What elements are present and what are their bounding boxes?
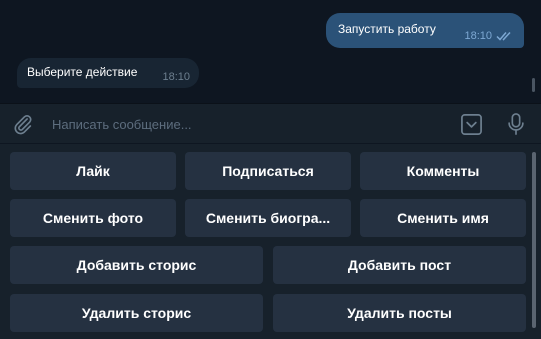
double-check-icon <box>496 31 511 41</box>
change-photo-button[interactable]: Сменить фото <box>10 199 176 237</box>
outgoing-message-time: 18:10 <box>464 30 492 42</box>
message-input[interactable] <box>52 114 432 134</box>
outgoing-message[interactable]: Запустить работу 18:10 <box>326 13 524 48</box>
paperclip-icon[interactable] <box>12 113 34 135</box>
change-bio-button[interactable]: Сменить биогра... <box>185 199 351 237</box>
add-story-button[interactable]: Добавить сторис <box>10 246 263 284</box>
message-composer <box>0 103 541 143</box>
bot-keyboard-icon[interactable] <box>460 113 483 136</box>
add-post-button[interactable]: Добавить пост <box>273 246 526 284</box>
incoming-message[interactable]: Выберите действие 18:10 <box>17 58 199 88</box>
outgoing-message-meta: 18:10 <box>464 30 514 42</box>
outgoing-message-text: Запустить работу <box>338 21 436 36</box>
chat-area: Запустить работу 18:10 Выберите действие… <box>0 0 541 100</box>
bot-reply-keyboard: Лайк Подписаться Комменты Сменить фото С… <box>0 144 541 339</box>
like-button[interactable]: Лайк <box>10 152 176 190</box>
keyboard-scrollbar[interactable] <box>532 152 536 328</box>
microphone-icon[interactable] <box>505 112 527 136</box>
chat-scrollbar[interactable] <box>532 78 535 92</box>
telegram-chat-window: Запустить работу 18:10 Выберите действие… <box>0 0 541 339</box>
incoming-message-text: Выберите действие <box>27 65 138 79</box>
delete-posts-button[interactable]: Удалить посты <box>273 294 526 332</box>
change-name-button[interactable]: Сменить имя <box>360 199 526 237</box>
subscribe-button[interactable]: Подписаться <box>185 152 351 190</box>
delete-story-button[interactable]: Удалить сторис <box>10 294 263 332</box>
comments-button[interactable]: Комменты <box>360 152 526 190</box>
incoming-message-time: 18:10 <box>162 71 190 83</box>
